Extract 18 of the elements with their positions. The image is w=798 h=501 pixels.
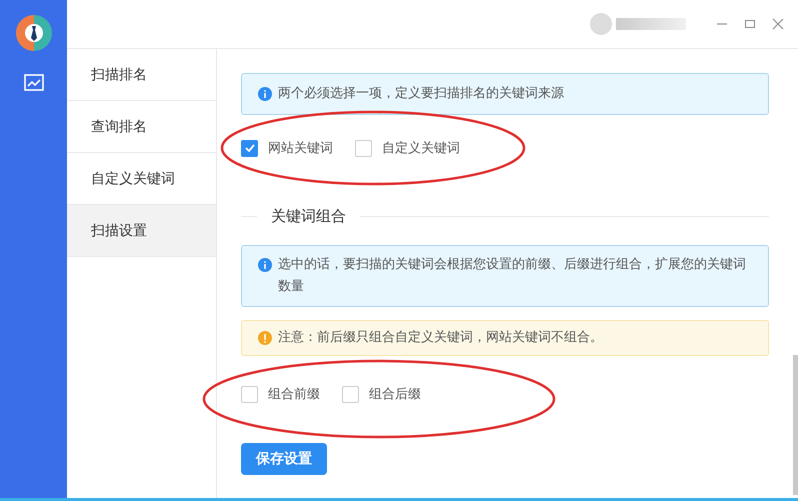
- checkbox[interactable]: 网站关键词: [241, 139, 333, 157]
- info-text: 两个必须选择一项，定义要扫描排名的关键词来源: [278, 85, 564, 103]
- nav-item[interactable]: 扫描设置: [67, 205, 216, 257]
- checkmark-icon: [244, 144, 254, 152]
- warning-text: 注意：前后缀只组合自定义关键词，网站关键词不组合。: [278, 329, 603, 347]
- info-icon: [258, 87, 272, 101]
- section-title: 关键词组合: [271, 207, 346, 226]
- maximize-icon[interactable]: [744, 18, 756, 30]
- scrollbar[interactable]: [793, 355, 798, 495]
- checkbox[interactable]: 组合后缀: [342, 385, 421, 403]
- logo-icon: [14, 14, 52, 52]
- checkbox[interactable]: 自定义关键词: [355, 139, 460, 157]
- info-icon: [258, 258, 272, 272]
- info-text: 选中的话，要扫描的关键词会根据您设置的前缀、后缀进行组合，扩展您的关键词数量: [278, 256, 747, 296]
- blurred-username: [616, 18, 686, 30]
- close-icon[interactable]: [772, 18, 784, 30]
- warning-icon: [258, 331, 272, 345]
- checkbox[interactable]: 组合前缀: [241, 385, 320, 403]
